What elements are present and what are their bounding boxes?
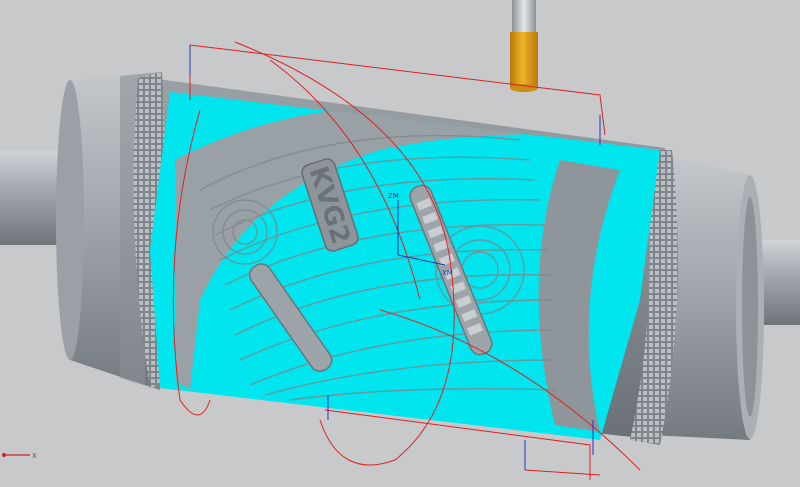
scene[interactable]: KVG2 ZM XM X (0, 0, 800, 487)
cam-viewport[interactable]: KVG2 ZM XM X (0, 0, 800, 487)
cutting-tool[interactable] (510, 0, 538, 92)
wcs-x-label: X (32, 452, 37, 460)
axis-zm-label: ZM (388, 192, 399, 200)
wcs-triad: X (2, 452, 37, 460)
axis-xm-label: XM (442, 269, 453, 277)
toolpath-region (150, 92, 660, 440)
